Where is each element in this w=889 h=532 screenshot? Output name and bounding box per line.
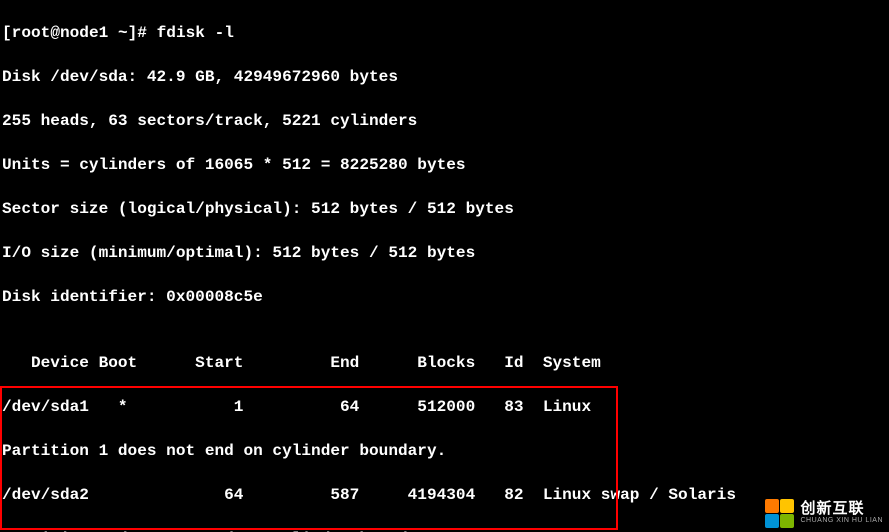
- watermark-cn: 创新互联: [800, 501, 883, 516]
- watermark: 创新互联 CHUANG XIN HU LIAN: [764, 498, 883, 528]
- prompt-sep: [108, 24, 118, 42]
- sda-ident: Disk identifier: 0x00008c5e: [2, 286, 887, 308]
- sda-sector: Sector size (logical/physical): 512 byte…: [2, 198, 887, 220]
- command-text: fdisk -l: [157, 24, 234, 42]
- watermark-logo-icon: [764, 498, 794, 528]
- watermark-text: 创新互联 CHUANG XIN HU LIAN: [800, 501, 883, 525]
- ptable-head: Device Boot Start End Blocks Id System: [2, 352, 887, 374]
- prompt-at: @: [50, 24, 60, 42]
- sda-units: Units = cylinders of 16065 * 512 = 82252…: [2, 154, 887, 176]
- sda-header: Disk /dev/sda: 42.9 GB, 42949672960 byte…: [2, 66, 887, 88]
- ptable-row-2: /dev/sda2 64 587 4194304 82 Linux swap /…: [2, 484, 887, 506]
- prompt-user: root: [12, 24, 51, 42]
- prompt-dir: ~: [118, 24, 128, 42]
- prompt-symbol: #: [137, 24, 147, 42]
- prompt-host: node1: [60, 24, 108, 42]
- prompt-close: ]: [128, 24, 138, 42]
- ptable-row-1: /dev/sda1 * 1 64 512000 83 Linux: [2, 396, 887, 418]
- prompt-open: [: [2, 24, 12, 42]
- sda-io: I/O size (minimum/optimal): 512 bytes / …: [2, 242, 887, 264]
- ptable-warn-1: Partition 1 does not end on cylinder bou…: [2, 440, 887, 462]
- ptable-warn-2: Partition 2 does not end on cylinder bou…: [2, 528, 887, 532]
- terminal-window[interactable]: [root@node1 ~]# fdisk -l Disk /dev/sda: …: [0, 0, 889, 532]
- watermark-en: CHUANG XIN HU LIAN: [800, 516, 883, 525]
- sda-geom: 255 heads, 63 sectors/track, 5221 cylind…: [2, 110, 887, 132]
